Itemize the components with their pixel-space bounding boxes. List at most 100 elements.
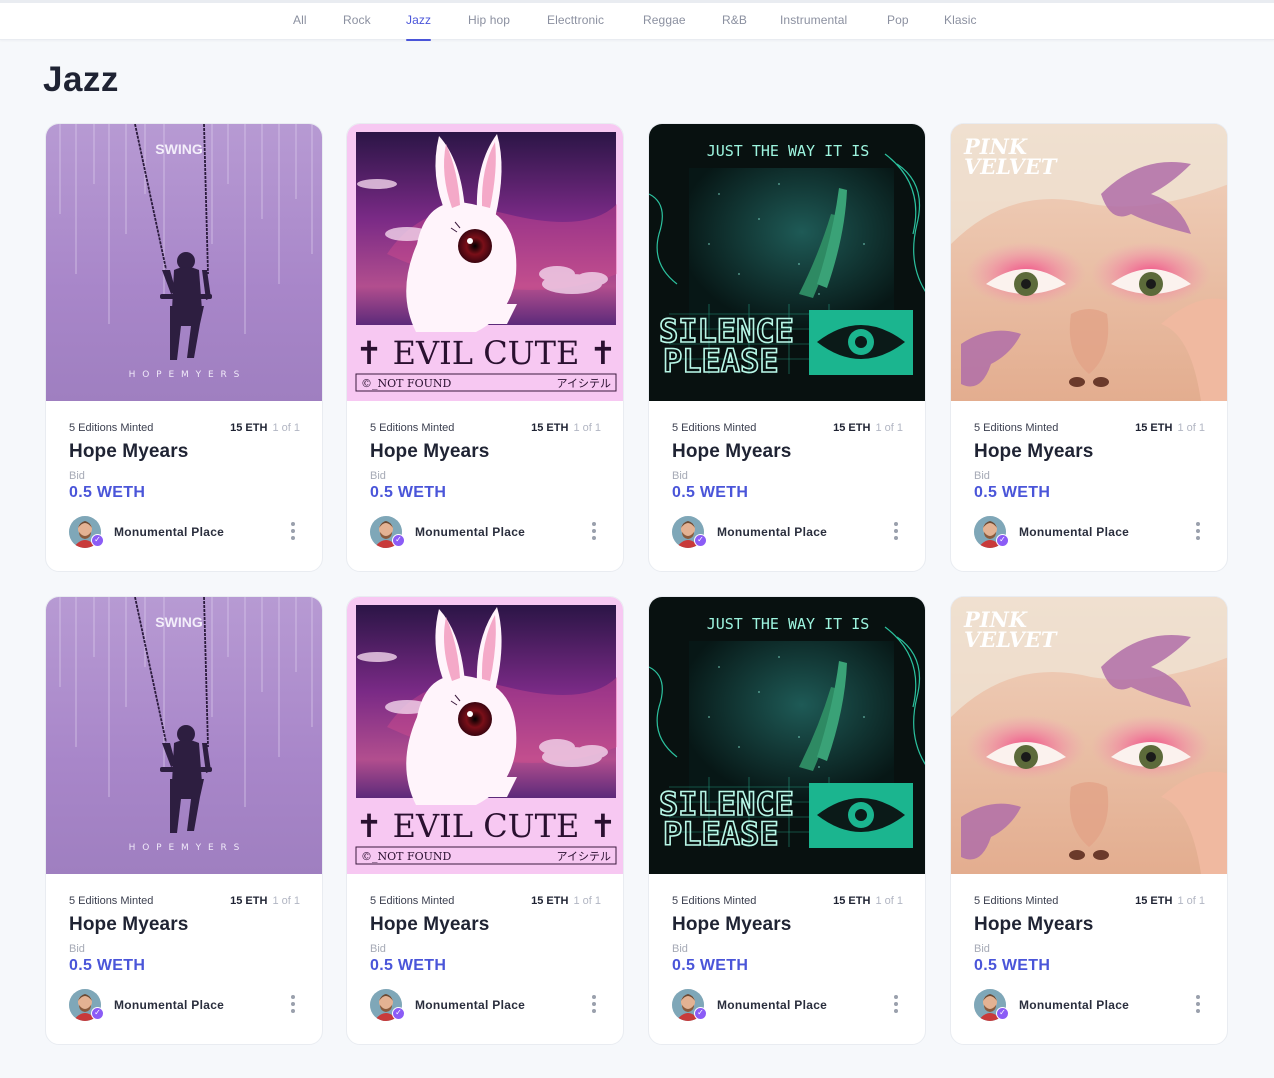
bid-label: Bid — [672, 943, 688, 955]
editions-minted: 5 Editions Minted — [69, 895, 154, 907]
owner-name[interactable]: Monumental Place — [1019, 998, 1129, 1012]
artist-name[interactable]: Hope Myears — [974, 914, 1093, 936]
artist-name[interactable]: Hope Myears — [370, 441, 489, 463]
price-value: 15 ETH — [1135, 895, 1173, 907]
nft-card-swing[interactable]: SWING H O P E M Y E R S 5 Editions Minte… — [45, 123, 323, 572]
card-summary-row: 5 Editions Minted 15 ETH 1 of 1 — [974, 895, 1205, 909]
artist-name[interactable]: Hope Myears — [672, 441, 791, 463]
artist-name[interactable]: Hope Myears — [69, 441, 188, 463]
more-options-icon[interactable] — [1193, 995, 1203, 1015]
owner: ✓ Monumental Place — [370, 989, 601, 1021]
more-options-icon[interactable] — [891, 522, 901, 542]
tab-instrumental[interactable]: Instrumental — [780, 13, 847, 27]
editions-minted: 5 Editions Minted — [69, 422, 154, 434]
editions-minted: 5 Editions Minted — [974, 422, 1059, 434]
tab-electronic[interactable]: Electtronic — [547, 13, 604, 27]
owner-name[interactable]: Monumental Place — [114, 998, 224, 1012]
artwork-text: アイシテル — [557, 377, 611, 390]
edition-count: 1 of 1 — [269, 895, 300, 907]
price: 15 ETH 1 of 1 — [531, 895, 601, 907]
owner-name[interactable]: Monumental Place — [415, 525, 525, 539]
artwork-text: ©_NOT FOUND — [361, 850, 452, 863]
owner-name[interactable]: Monumental Place — [717, 525, 827, 539]
bid-label: Bid — [974, 470, 990, 482]
artwork-image-pink[interactable]: PINK VELVET — [951, 124, 1227, 401]
artwork-image-swing[interactable]: SWING H O P E M Y E R S — [46, 124, 322, 401]
more-options-icon[interactable] — [288, 995, 298, 1015]
edition-count: 1 of 1 — [1174, 422, 1205, 434]
artwork-text: H O P E M Y E R S — [129, 370, 242, 380]
bid-value: 0.5 WETH — [974, 484, 1051, 501]
bid-label: Bid — [672, 470, 688, 482]
owner-name[interactable]: Monumental Place — [1019, 525, 1129, 539]
verified-badge-icon: ✓ — [91, 534, 104, 547]
price-value: 15 ETH — [230, 422, 268, 434]
artist-name[interactable]: Hope Myears — [370, 914, 489, 936]
artwork-image-silence[interactable]: JUST THE WAY IT IS SILENCE PLEASE — [649, 597, 925, 874]
artwork-text: PLEASE — [663, 815, 779, 853]
price: 15 ETH 1 of 1 — [833, 422, 903, 434]
owner: ✓ Monumental Place — [974, 516, 1205, 548]
nft-card-pink[interactable]: PINK VELVET 5 Editions Minted 15 ETH 1 o… — [950, 123, 1228, 572]
bid-label: Bid — [370, 470, 386, 482]
artist-name[interactable]: Hope Myears — [672, 914, 791, 936]
artwork-image-pink[interactable]: PINK VELVET — [951, 597, 1227, 874]
tab-hip-hop[interactable]: Hip hop — [468, 13, 510, 27]
owner-name[interactable]: Monumental Place — [415, 998, 525, 1012]
card-summary-row: 5 Editions Minted 15 ETH 1 of 1 — [370, 422, 601, 436]
owner: ✓ Monumental Place — [974, 989, 1205, 1021]
more-options-icon[interactable] — [589, 522, 599, 542]
more-options-icon[interactable] — [1193, 522, 1203, 542]
price: 15 ETH 1 of 1 — [1135, 422, 1205, 434]
bid-value: 0.5 WETH — [370, 957, 447, 974]
bid-value: 0.5 WETH — [672, 484, 749, 501]
bid-value: 0.5 WETH — [974, 957, 1051, 974]
nft-card-swing[interactable]: SWING H O P E M Y E R S 5 Editions Minte… — [45, 596, 323, 1045]
verified-badge-icon: ✓ — [91, 1007, 104, 1020]
artwork-image-swing[interactable]: SWING H O P E M Y E R S — [46, 597, 322, 874]
artwork-text: ©_NOT FOUND — [361, 377, 452, 390]
artist-name[interactable]: Hope Myears — [974, 441, 1093, 463]
edition-count: 1 of 1 — [269, 422, 300, 434]
genre-tabs: All Rock Jazz Hip hop Electtronic Reggae… — [0, 3, 1274, 41]
owner: ✓ Monumental Place — [69, 989, 300, 1021]
bid-label: Bid — [69, 470, 85, 482]
owner: ✓ Monumental Place — [672, 989, 903, 1021]
artwork-text: アイシテル — [557, 850, 611, 863]
nft-card-pink[interactable]: PINK VELVET 5 Editions Minted 15 ETH 1 o… — [950, 596, 1228, 1045]
price-value: 15 ETH — [230, 895, 268, 907]
artwork-text: SWING — [155, 141, 203, 157]
bid-value: 0.5 WETH — [69, 484, 146, 501]
artwork-image-silence[interactable]: JUST THE WAY IT IS SILENCE PLEASE — [649, 124, 925, 401]
nft-card-silence[interactable]: JUST THE WAY IT IS SILENCE PLEASE 5 Edit… — [648, 596, 926, 1045]
editions-minted: 5 Editions Minted — [370, 895, 455, 907]
bid-value: 0.5 WETH — [69, 957, 146, 974]
tab-rock[interactable]: Rock — [343, 13, 371, 27]
tab-jazz[interactable]: Jazz — [406, 13, 432, 41]
artwork-text: ✝ EVIL CUTE ✝ — [356, 807, 617, 845]
bid-label: Bid — [974, 943, 990, 955]
verified-badge-icon: ✓ — [996, 534, 1009, 547]
tab-reggae[interactable]: Reggae — [643, 13, 686, 27]
price-value: 15 ETH — [833, 895, 871, 907]
nft-card-evil[interactable]: ✝ EVIL CUTE ✝ ©_NOT FOUND アイシテル 5 Editio… — [346, 596, 624, 1045]
artist-name[interactable]: Hope Myears — [69, 914, 188, 936]
artwork-image-evil[interactable]: ✝ EVIL CUTE ✝ ©_NOT FOUND アイシテル — [347, 124, 623, 401]
tab-pop[interactable]: Pop — [887, 13, 909, 27]
artwork-image-evil[interactable]: ✝ EVIL CUTE ✝ ©_NOT FOUND アイシテル — [347, 597, 623, 874]
tab-rnb[interactable]: R&B — [722, 13, 747, 27]
tab-klasic[interactable]: Klasic — [944, 13, 977, 27]
price: 15 ETH 1 of 1 — [1135, 895, 1205, 907]
owner-name[interactable]: Monumental Place — [114, 525, 224, 539]
price-value: 15 ETH — [531, 422, 569, 434]
artwork-text: SWING — [155, 614, 203, 630]
edition-count: 1 of 1 — [872, 895, 903, 907]
more-options-icon[interactable] — [891, 995, 901, 1015]
tab-all[interactable]: All — [293, 13, 307, 27]
price: 15 ETH 1 of 1 — [230, 422, 300, 434]
more-options-icon[interactable] — [288, 522, 298, 542]
more-options-icon[interactable] — [589, 995, 599, 1015]
nft-card-silence[interactable]: JUST THE WAY IT IS SILENCE PLEASE 5 Edit… — [648, 123, 926, 572]
nft-card-evil[interactable]: ✝ EVIL CUTE ✝ ©_NOT FOUND アイシテル 5 Editio… — [346, 123, 624, 572]
owner-name[interactable]: Monumental Place — [717, 998, 827, 1012]
